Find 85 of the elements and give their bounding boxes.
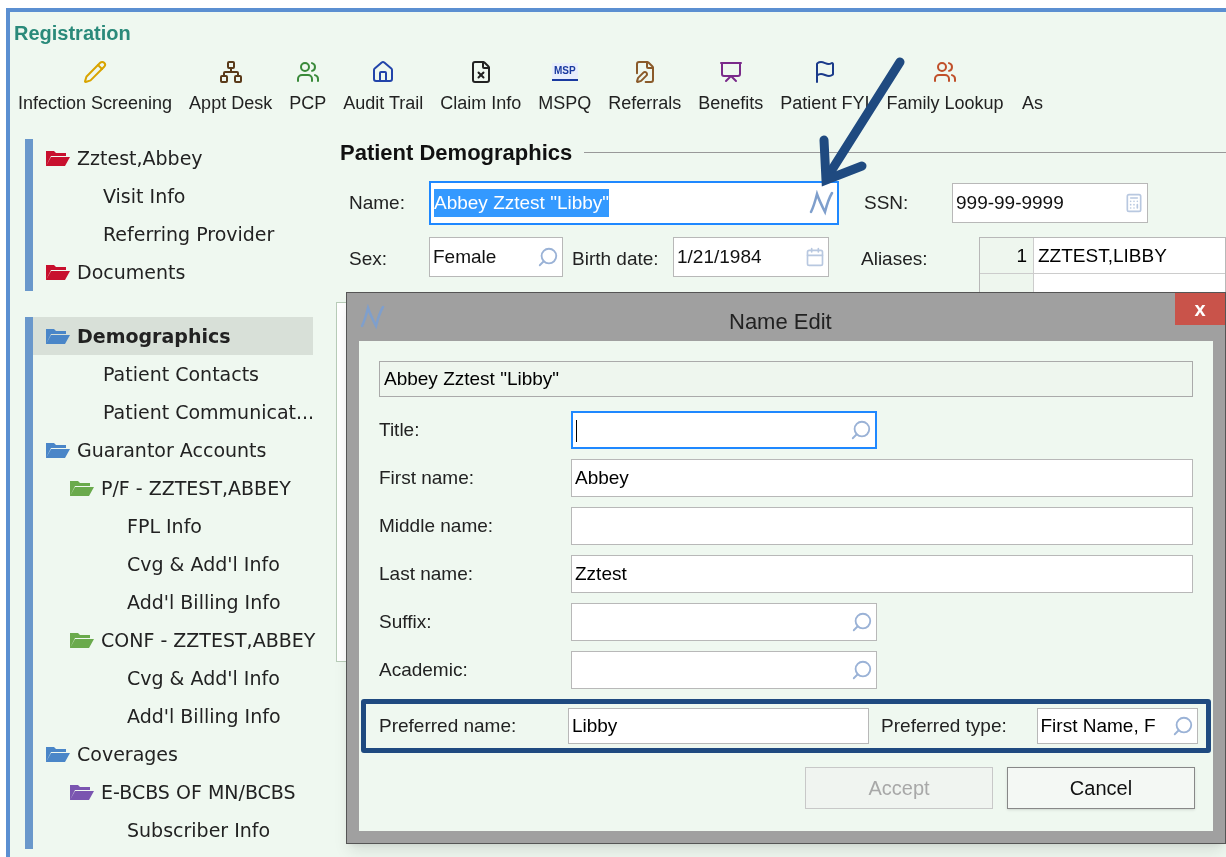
folder-icon <box>69 631 95 649</box>
toolbar-button[interactable]: Benefits <box>698 58 764 117</box>
search-icon <box>850 419 872 441</box>
tree-item[interactable]: CONF - ZZTEST,ABBEY <box>33 621 313 659</box>
close-button[interactable]: x <box>1175 293 1225 325</box>
toolbar-button[interactable]: Claim Info <box>440 58 522 117</box>
tree-item[interactable]: Patient Communicat... <box>33 393 313 431</box>
field-label: Preferred name: <box>379 713 518 738</box>
pencil-icon <box>83 60 108 84</box>
field-label: Suffix: <box>379 609 433 634</box>
dialog-button[interactable]: Cancel <box>1007 767 1195 809</box>
folder-icon <box>45 745 71 763</box>
tree-item[interactable]: Patient Contacts <box>33 355 313 393</box>
tree-item[interactable]: Add'l Billing Info <box>33 583 313 621</box>
tree-item[interactable]: Visit Info <box>33 177 313 215</box>
search-icon <box>537 246 559 268</box>
field-label: Academic: <box>379 657 469 682</box>
toolbar-button[interactable]: Appt Desk <box>189 58 273 117</box>
field-label: Sex: <box>348 247 389 271</box>
search-icon <box>851 659 873 681</box>
toolbar-button[interactable]: Referrals <box>608 58 682 117</box>
tree-item[interactable]: FPL Info <box>33 507 313 545</box>
network-icon <box>218 60 243 84</box>
input-field[interactable] <box>571 651 877 689</box>
tree-item[interactable]: Cvg & Add'l Info <box>33 545 313 583</box>
toolbar-button[interactable]: Patient FYI <box>780 58 870 117</box>
field-label: Middle name: <box>379 513 495 538</box>
toolbar-button[interactable]: Family Lookup <box>886 58 1004 117</box>
tree-item[interactable]: P/F - ZZTEST,ABBEY <box>33 469 313 507</box>
field-label: SSN: <box>863 190 910 215</box>
table-cell-text: ZZTEST,LIBBY <box>1037 244 1167 268</box>
tree-item[interactable]: Zztest,Abbey <box>33 139 313 177</box>
tree-item[interactable]: Cvg & Add'l Info <box>33 659 313 697</box>
field-label: First name: <box>379 465 476 490</box>
window-title: Registration <box>14 21 131 46</box>
input-field[interactable]: Female <box>429 237 563 277</box>
calculator-icon <box>1124 193 1144 213</box>
msp-icon: MSP <box>551 63 578 81</box>
section-heading: Patient Demographics <box>340 139 573 167</box>
folder-icon <box>69 783 95 801</box>
toolbar-button[interactable]: Infection Screening <box>18 58 173 117</box>
field-label: Last name: <box>379 561 474 586</box>
input-field[interactable] <box>571 507 1193 545</box>
field-label: Birth date: <box>571 247 660 271</box>
input-field[interactable] <box>571 603 877 641</box>
input-field[interactable]: 999-99-9999 <box>952 183 1148 223</box>
tree-item[interactable]: Documents <box>33 253 313 291</box>
folder-icon <box>69 479 95 497</box>
tree-item[interactable]: Demographics <box>33 317 313 355</box>
input-field[interactable]: Zztest <box>571 555 1193 593</box>
folder-icon <box>45 441 71 459</box>
tree-item[interactable]: Referring Provider <box>33 215 313 253</box>
row-number: 1 <box>980 238 1034 273</box>
folder-icon <box>45 263 71 281</box>
tree-item[interactable]: E-BCBS OF MN/BCBS <box>33 773 313 811</box>
folder-icon <box>45 327 71 345</box>
script-n-icon <box>808 190 834 216</box>
input-field[interactable]: Abbey <box>571 459 1193 497</box>
presentation-board-icon <box>718 60 743 84</box>
tree-item[interactable]: Subscriber Info <box>33 811 313 849</box>
folder-icon <box>45 149 71 167</box>
name-summary-field: Abbey Zztest "Libby" <box>379 361 1193 397</box>
dialog-title: Name Edit <box>729 308 832 336</box>
field-label: Preferred type: <box>881 713 1008 738</box>
field-label: Aliases: <box>860 247 929 271</box>
input-field[interactable]: Libby <box>567 708 870 744</box>
input-field[interactable]: First Name, F <box>1036 708 1198 744</box>
field-label: Title: <box>379 417 421 442</box>
field-label: Name: <box>348 190 406 215</box>
calendar-icon <box>805 247 825 267</box>
tree-item[interactable]: Guarantor Accounts <box>33 431 313 469</box>
house-icon <box>371 60 396 84</box>
toolbar-button[interactable]: Audit Trail <box>343 58 424 117</box>
tree-item[interactable]: Coverages <box>33 735 313 773</box>
input-field[interactable] <box>571 411 877 449</box>
tree-item[interactable]: Add'l Billing Info <box>33 697 313 735</box>
toolbar-button[interactable]: MSP MSPQ <box>538 58 592 117</box>
toolbar-button[interactable]: As <box>1020 58 1045 117</box>
toolbar-button[interactable]: PCP <box>289 58 327 117</box>
search-icon <box>851 611 873 633</box>
people-icon <box>295 60 320 84</box>
family-icon <box>932 60 957 84</box>
search-icon <box>1172 715 1194 737</box>
input-field[interactable]: 1/21/1984 <box>673 237 829 277</box>
script-n-icon <box>359 304 385 330</box>
